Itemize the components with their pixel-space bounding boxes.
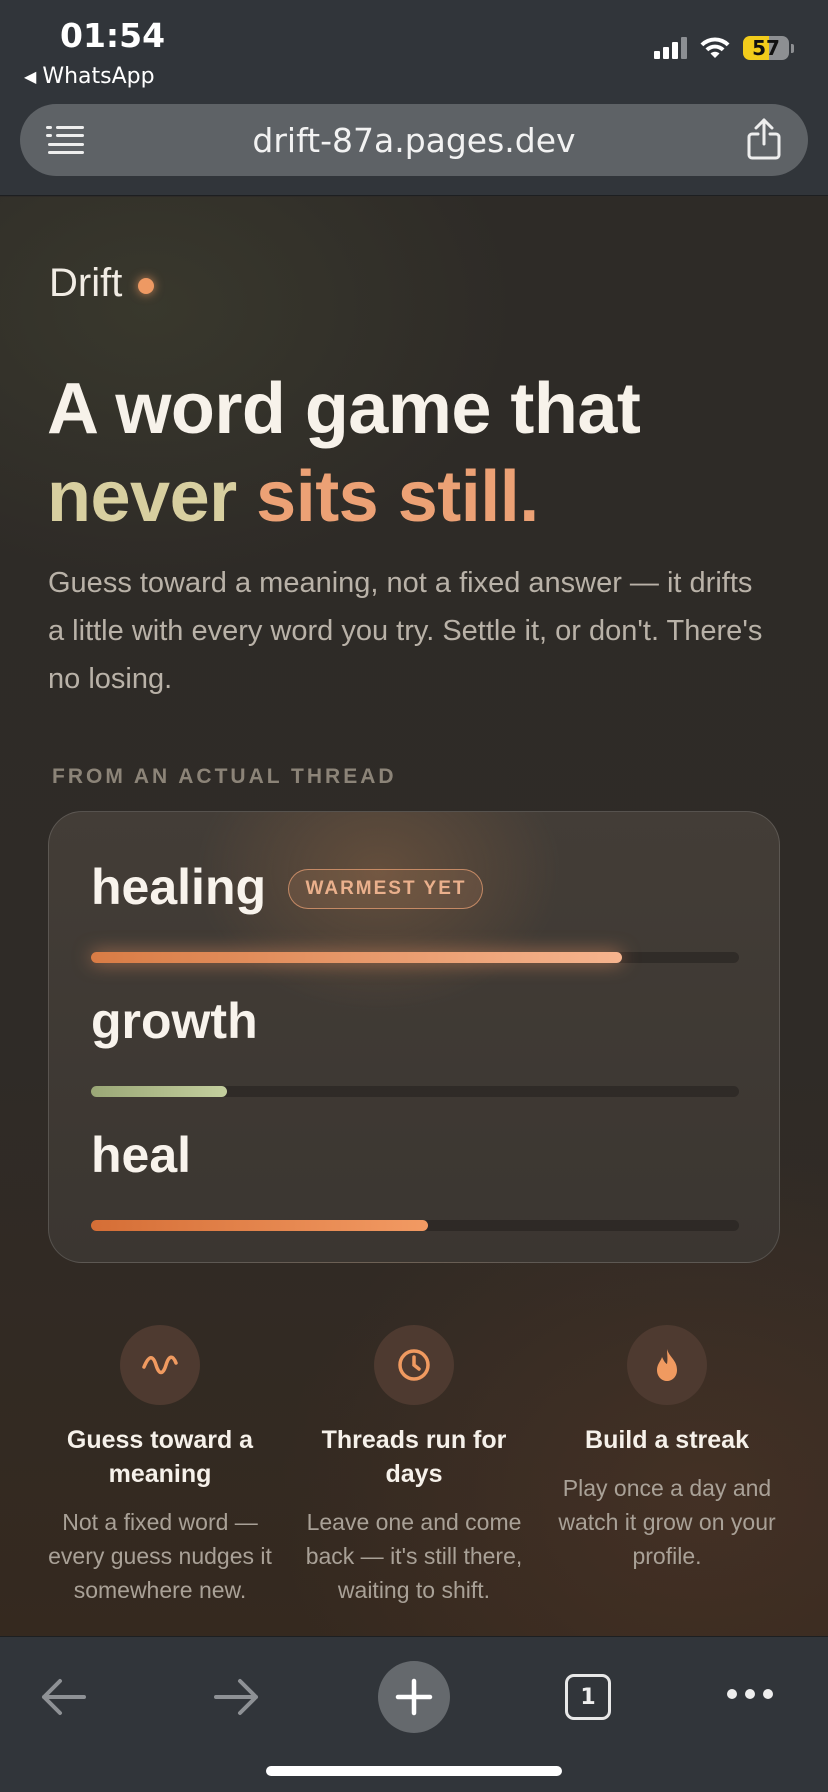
headline-line1: A word game that [47,369,641,449]
address-bar[interactable]: drift-87a.pages.dev [20,104,808,176]
thread-word: heal [91,1127,192,1183]
forward-button[interactable] [212,1677,262,1717]
thread-word: healing [91,859,267,915]
feature-title: Threads run for days [321,1426,507,1488]
warmth-track [91,1220,739,1231]
lede-paragraph: Guess toward a meaning, not a fixed answ… [48,567,763,695]
page-headline: A word game that never sits still. [47,365,641,541]
brand-dot-icon [138,277,155,294]
share-icon[interactable] [746,118,782,160]
wave-icon [120,1325,200,1405]
thread-row: heal [91,1126,739,1231]
back-to-app-link[interactable]: ◀ WhatsApp [24,64,155,89]
flame-icon [627,1325,707,1405]
arrow-left-icon [42,1679,86,1715]
url-text[interactable]: drift-87a.pages.dev [252,121,575,160]
status-time: 01:54 [60,16,166,55]
new-tab-button[interactable] [378,1661,450,1733]
thread-eyebrow: FROM AN ACTUAL THREAD [52,765,397,788]
wifi-icon [700,37,730,58]
landing-page: Drift A word game that never sits still.… [0,197,828,1636]
reader-menu-icon[interactable] [46,124,84,156]
home-indicator[interactable] [266,1766,562,1776]
thread-card: healing WARMEST YET growth heal [48,811,780,1263]
warmth-bar [91,1086,228,1097]
warmth-track [91,952,739,963]
feature-desc: Not a fixed word — every guess nudges it… [48,1509,272,1603]
warmest-badge: WARMEST YET [288,869,484,909]
more-dots-icon [727,1689,773,1699]
back-triangle-icon: ◀ [24,67,37,86]
feature-title: Build a streak [585,1426,749,1454]
feature-desc: Leave one and come back — it's still the… [305,1509,523,1603]
headline-never: never [47,457,237,537]
feature-item: Build a streak Play once a day and watch… [547,1325,787,1573]
status-indicators: 57 [654,36,794,60]
tabs-button[interactable]: 1 [565,1674,611,1720]
tab-count: 1 [565,1674,611,1720]
clock-icon [374,1325,454,1405]
back-app-label: WhatsApp [42,64,155,89]
thread-row: growth [91,992,739,1097]
plus-icon [395,1678,433,1716]
warmth-bar [91,952,623,963]
headline-sits-still: sits still. [256,457,539,537]
more-menu-button[interactable] [726,1687,774,1701]
brand-logo[interactable]: Drift [49,261,155,306]
back-button[interactable] [38,1677,88,1717]
warmth-track [91,1086,739,1097]
feature-item: Guess toward a meaning Not a fixed word … [40,1325,280,1607]
thread-row: healing WARMEST YET [91,858,739,963]
brand-name: Drift [49,261,123,305]
battery-level: 57 [743,36,789,60]
feature-title: Guess toward a meaning [66,1426,254,1488]
feature-item: Threads run for days Leave one and come … [294,1325,534,1607]
cellular-signal-icon [654,37,687,59]
warmth-bar [91,1220,428,1231]
thread-word: growth [91,993,258,1049]
battery-icon: 57 [743,36,794,60]
feature-desc: Play once a day and watch it grow on you… [558,1475,776,1569]
browser-top-bar: 01:54 ◀ WhatsApp 57 drift-87a.pages.dev [0,0,828,196]
arrow-right-icon [214,1679,258,1715]
